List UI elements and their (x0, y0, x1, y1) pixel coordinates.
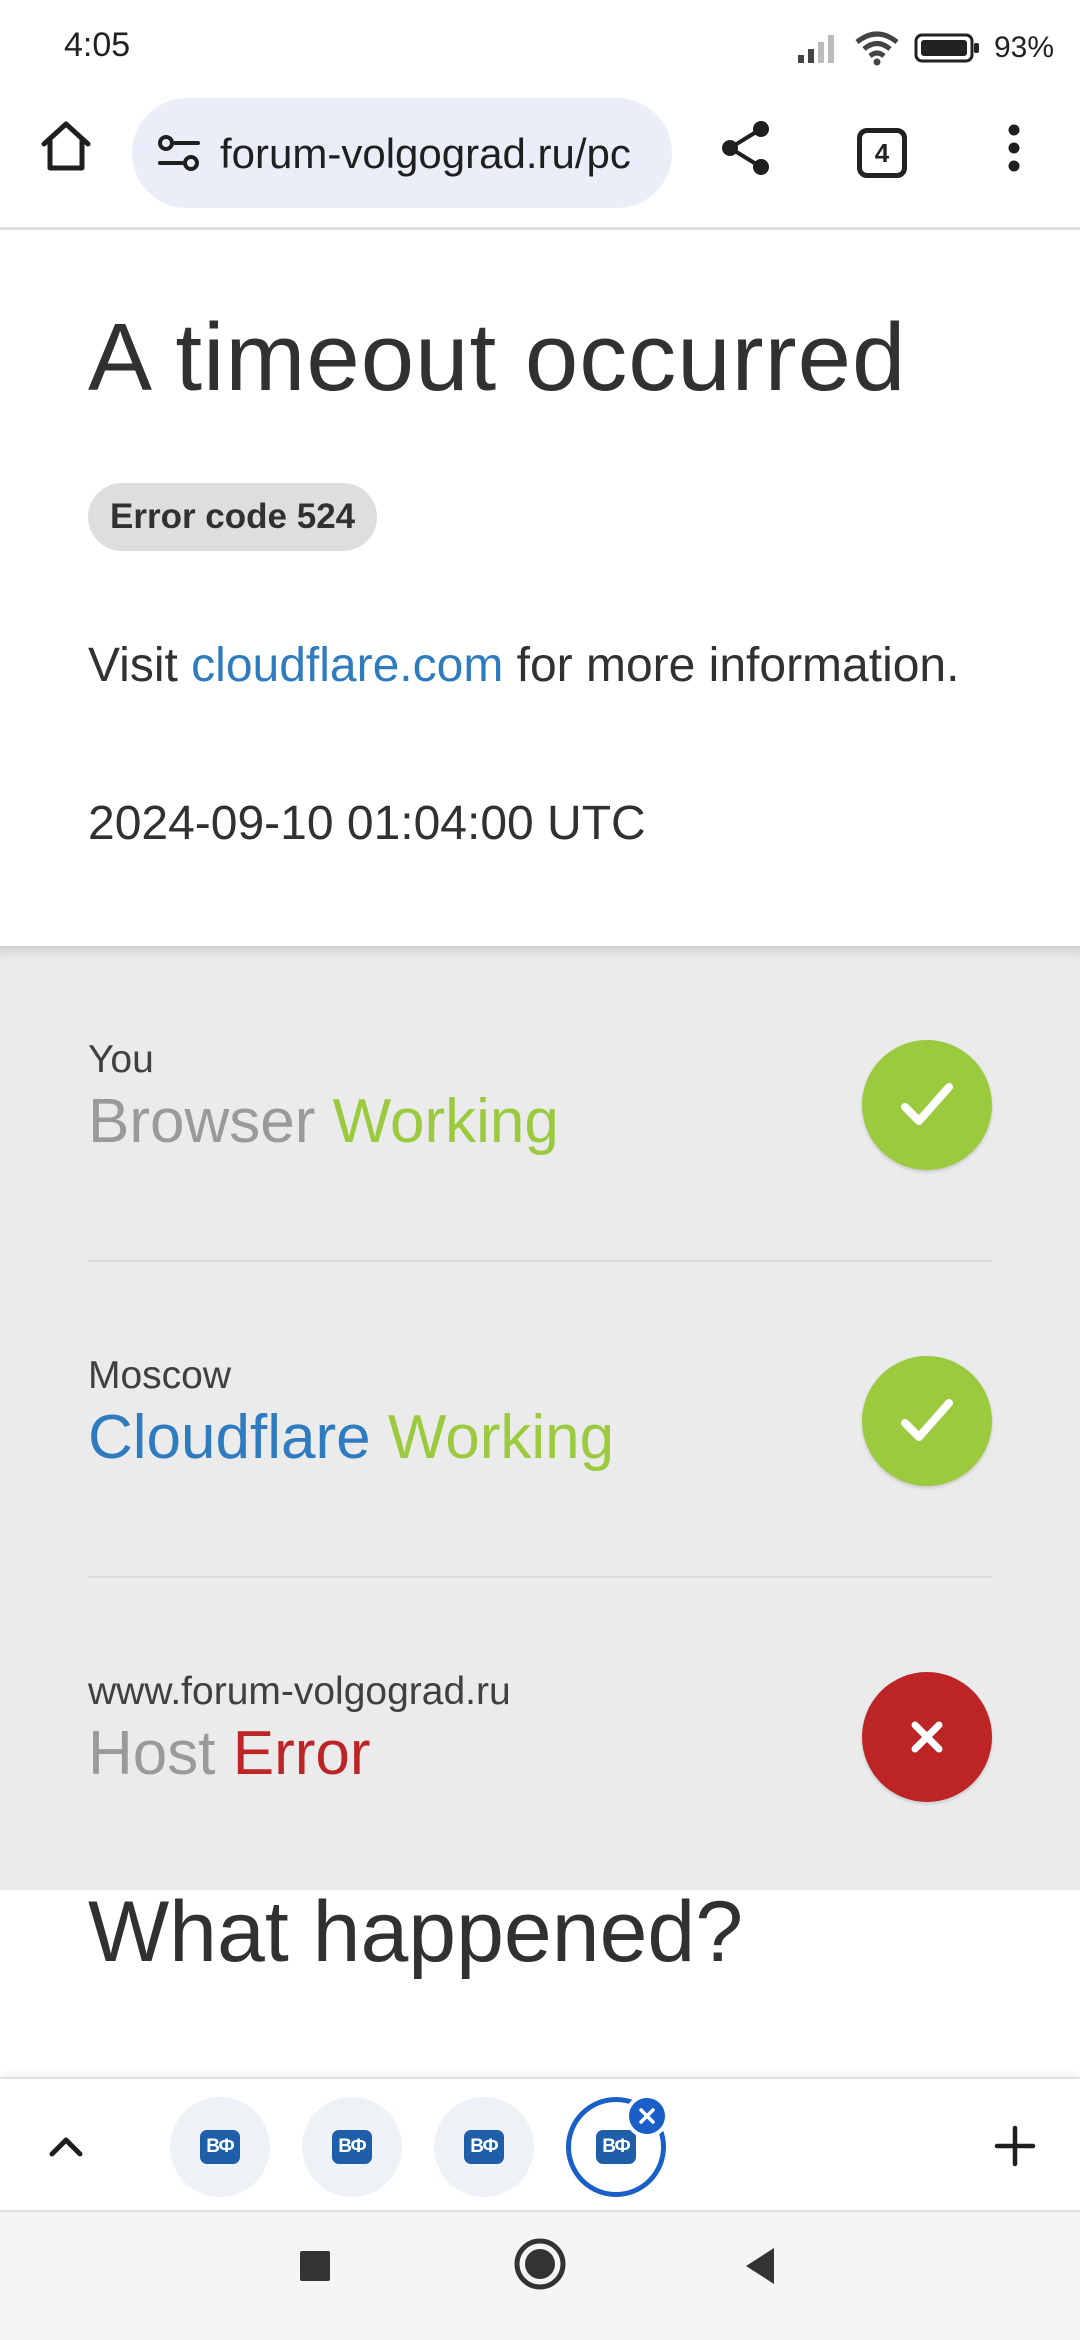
tab-4-active[interactable]: ВФ (566, 2094, 669, 2197)
tab-switcher-button[interactable]: 4 (857, 128, 907, 178)
circle-home-icon (514, 2238, 566, 2290)
tab-3[interactable]: ВФ (434, 2097, 534, 2197)
node-location: www.forum-volgograd.ru (88, 1670, 511, 1713)
battery-percent: 93% (993, 31, 1054, 64)
chevron-up-icon (49, 2137, 83, 2157)
node-status: Working (387, 1403, 615, 1472)
more-vert-icon (1008, 124, 1020, 172)
node-status: Working (332, 1087, 559, 1156)
node-host: www.forum-volgograd.ru Host Error (88, 1578, 992, 1894)
browser-toolbar: forum-volgograd.ru/pc 4 (0, 90, 1080, 230)
home-button[interactable] (30, 110, 102, 182)
what-happened-heading: What happened? (88, 1884, 744, 1980)
error-code-badge: Error code 524 (88, 483, 378, 551)
share-icon (722, 121, 769, 175)
node-name: Cloudflare (88, 1403, 371, 1472)
error-timestamp: 2024-09-10 01:04:00 UTC (88, 797, 646, 850)
visit-suffix: for more information. (503, 639, 960, 692)
web-content: A timeout occurred Error code 524 Visit … (0, 233, 1080, 2077)
status-icons: 93% (796, 26, 1054, 70)
site-favicon: ВФ (200, 2130, 240, 2164)
status-error-circle (862, 1672, 992, 1802)
checkmark-icon (901, 1083, 953, 1125)
site-settings-icon[interactable] (156, 132, 202, 174)
wifi-icon (855, 31, 899, 66)
node-status-line: Browser Working (88, 1086, 559, 1157)
node-name: Host (88, 1719, 216, 1788)
menu-button[interactable] (984, 112, 1044, 184)
checkmark-icon (901, 1399, 953, 1441)
address-bar[interactable]: forum-volgograd.ru/pc (132, 98, 672, 208)
node-browser: You Browser Working (88, 946, 992, 1262)
page-title: A timeout occurred (88, 304, 907, 411)
status-bar: 4:05 93% (0, 0, 1080, 90)
status-ok-circle (862, 1356, 992, 1486)
status-ok-circle (862, 1040, 992, 1170)
close-tab-button[interactable] (625, 2094, 669, 2138)
diagnostic-panel: You Browser Working Moscow Cloudflare Wo… (0, 946, 1080, 1890)
cloudflare-link[interactable]: cloudflare.com (191, 639, 503, 692)
node-status-line: Cloudflare Working (88, 1402, 614, 1473)
share-button[interactable] (710, 112, 782, 184)
node-cloudflare: Moscow Cloudflare Working (88, 1262, 992, 1578)
node-name: Browser (88, 1087, 316, 1156)
plus-icon (994, 2125, 1036, 2167)
signal-icon (797, 35, 834, 63)
x-icon (911, 1721, 943, 1753)
expand-tabs-button[interactable] (36, 2111, 96, 2181)
node-location: Moscow (88, 1354, 232, 1397)
node-status-line: Host Error (88, 1718, 371, 1789)
system-nav-bar (0, 2212, 1080, 2340)
clock: 4:05 (64, 26, 131, 64)
home-nav-button[interactable] (508, 2232, 572, 2296)
back-triangle-icon (746, 2248, 774, 2284)
url-text: forum-volgograd.ru/pc (220, 130, 631, 177)
back-button[interactable] (730, 2236, 790, 2296)
site-favicon: ВФ (332, 2130, 372, 2164)
site-favicon: ВФ (596, 2130, 636, 2164)
square-icon (300, 2251, 330, 2281)
node-location: You (88, 1038, 154, 1081)
tab-2[interactable]: ВФ (302, 2097, 402, 2197)
battery-icon (914, 33, 979, 63)
recents-button[interactable] (285, 2236, 345, 2296)
visit-info: Visit cloudflare.com for more informatio… (88, 635, 988, 697)
visit-prefix: Visit (88, 639, 192, 692)
tab-1[interactable]: ВФ (170, 2097, 270, 2197)
tab-strip: ВФ ВФ ВФ ВФ (0, 2077, 1080, 2212)
home-icon (41, 121, 91, 171)
site-favicon: ВФ (464, 2130, 504, 2164)
new-tab-button[interactable] (980, 2111, 1050, 2181)
close-icon (639, 2108, 655, 2124)
node-status: Error (232, 1719, 371, 1788)
